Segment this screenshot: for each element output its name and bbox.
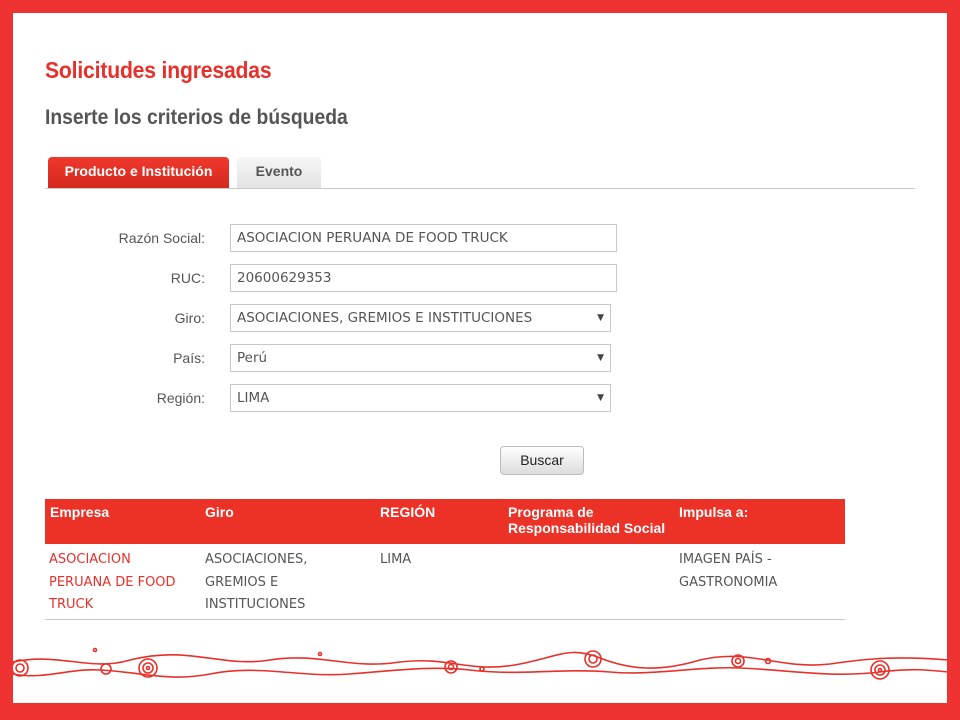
pais-select-value: Perú [237, 350, 268, 366]
tab-bar: Producto e Institución Evento [45, 157, 915, 189]
results-table: Empresa Giro REGIÓN Programa de Responsa… [45, 499, 845, 620]
region-label: Región: [156, 390, 205, 406]
chevron-down-icon: ▼ [597, 353, 604, 363]
region-select-value: LIMA [237, 390, 270, 406]
column-header-giro: Giro [205, 504, 234, 520]
empresa-link[interactable]: ASOCIACION PERUANA DE FOOD TRUCK [49, 549, 189, 617]
column-header-programa: Programa de Responsabilidad Social [508, 504, 666, 536]
chevron-down-icon: ▼ [597, 393, 604, 403]
giro-label: Giro: [174, 310, 205, 326]
tab-producto-institucion[interactable]: Producto e Institución [48, 157, 229, 188]
cell-impulsa: IMAGEN PAÍS - GASTRONOMIA [679, 552, 778, 590]
ruc-input[interactable]: 20600629353 [230, 264, 617, 292]
column-header-impulsa: Impulsa a: [679, 504, 749, 520]
giro-select-value: ASOCIACIONES, GREMIOS E INSTITUCIONES [237, 310, 533, 326]
pais-label: País: [173, 350, 205, 366]
cell-region: LIMA [380, 552, 412, 567]
giro-select[interactable]: ASOCIACIONES, GREMIOS E INSTITUCIONES ▼ [230, 304, 611, 332]
razon-social-input[interactable]: ASOCIACION PERUANA DE FOOD TRUCK [230, 224, 617, 252]
region-select[interactable]: LIMA ▼ [230, 384, 611, 412]
ruc-label: RUC: [170, 270, 205, 286]
page-title: Solicitudes ingresadas [45, 57, 272, 83]
column-header-empresa: Empresa [50, 504, 110, 520]
chevron-down-icon: ▼ [597, 313, 604, 323]
table-header: Empresa Giro REGIÓN Programa de Responsa… [45, 499, 845, 544]
column-header-region: REGIÓN [380, 504, 436, 520]
search-button[interactable]: Buscar [500, 446, 584, 475]
tab-evento[interactable]: Evento [237, 157, 321, 188]
cell-giro: ASOCIACIONES, GREMIOS E INSTITUCIONES [205, 552, 308, 612]
decorative-swirl-border [11, 647, 949, 680]
pais-select[interactable]: Perú ▼ [230, 344, 611, 372]
table-row: ASOCIACION PERUANA DE FOOD TRUCK ASOCIAC… [45, 544, 845, 620]
razon-social-label: Razón Social: [118, 230, 205, 246]
search-criteria-heading: Inserte los criterios de búsqueda [45, 106, 348, 129]
